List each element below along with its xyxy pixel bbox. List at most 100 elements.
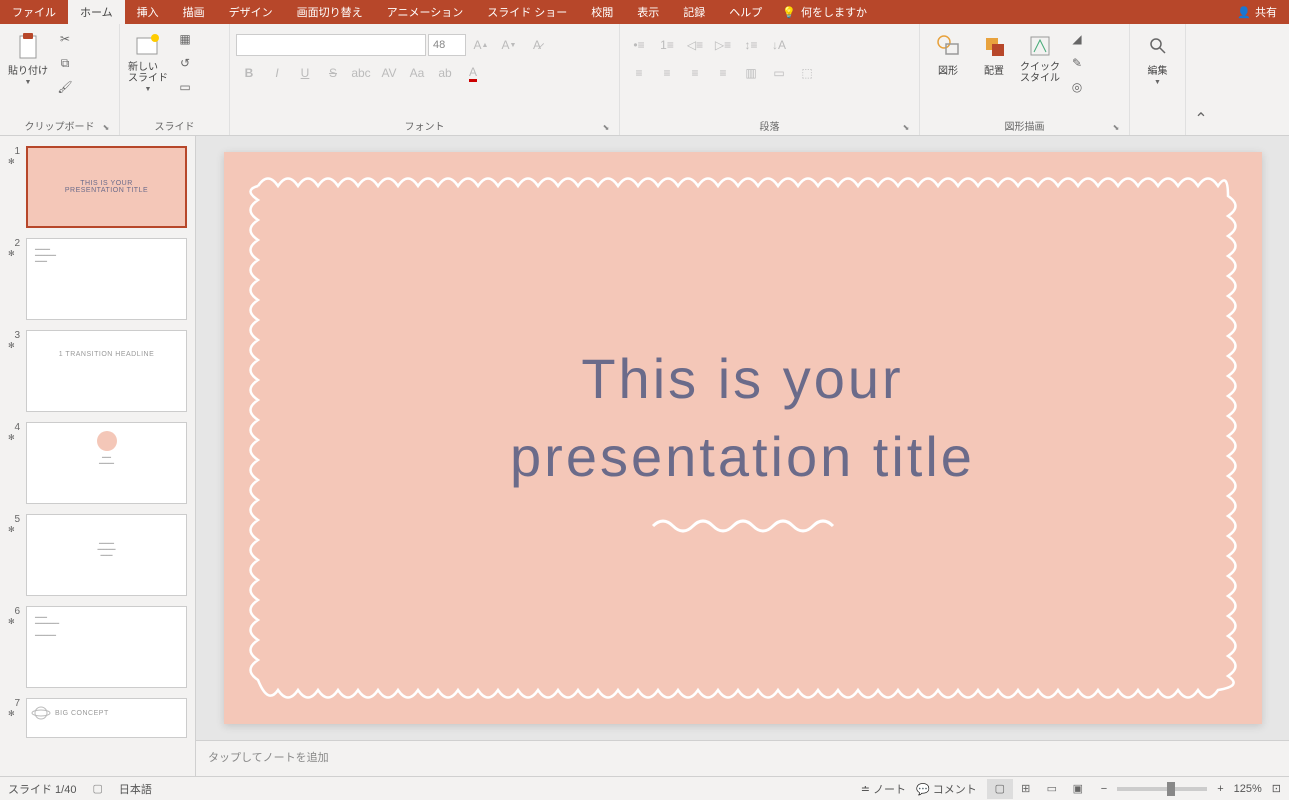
collapse-ribbon-button[interactable]: ⌃ (1186, 24, 1216, 135)
tab-design[interactable]: デザイン (217, 0, 285, 25)
thumbnail-4[interactable]: ━━━━━━━━ (26, 422, 187, 504)
tab-animations[interactable]: アニメーション (375, 0, 476, 25)
align-left-button[interactable]: ≡ (626, 62, 652, 84)
increase-indent-button[interactable]: ▷≡ (710, 34, 736, 56)
clipboard-dialog-launcher[interactable]: ⬊ (101, 123, 111, 133)
align-right-button[interactable]: ≡ (682, 62, 708, 84)
slideshow-view-button[interactable]: ▣ (1065, 779, 1091, 799)
zoom-handle[interactable] (1167, 782, 1175, 796)
font-color-button[interactable]: A (460, 62, 486, 84)
comments-toggle[interactable]: 💬 コメント (916, 781, 977, 797)
section-button[interactable]: ▭ (172, 76, 198, 98)
reset-button[interactable]: ↺ (172, 52, 198, 74)
highlight-button[interactable]: ab (432, 62, 458, 84)
font-name-combo[interactable] (236, 34, 426, 56)
bold-button[interactable]: B (236, 62, 262, 84)
share-button[interactable]: 👤 共有 (1237, 4, 1277, 20)
drawing-dialog-launcher[interactable]: ⬊ (1111, 123, 1121, 133)
zoom-in-button[interactable]: + (1217, 783, 1223, 795)
quick-styles-icon (1026, 32, 1054, 60)
animation-indicator-icon: ✻ (8, 433, 20, 442)
canvas-area[interactable]: This is your presentation title (196, 136, 1289, 740)
tab-slideshow[interactable]: スライド ショー (475, 0, 579, 25)
bullets-icon: •≡ (633, 38, 644, 52)
columns-button[interactable]: ▥ (738, 62, 764, 84)
paste-button[interactable]: 貼り付け ▼ (6, 28, 50, 90)
thumbnail-6[interactable]: ━━━━━━━━━━━━━━━━━━━ (26, 606, 187, 688)
shapes-button[interactable]: 図形 (926, 28, 970, 81)
tab-transitions[interactable]: 画面切り替え (285, 0, 375, 25)
language-indicator[interactable]: 日本語 (119, 781, 152, 797)
strikethrough-button[interactable]: S (320, 62, 346, 84)
thumb-number: 5 (8, 514, 20, 525)
tell-me[interactable]: 💡 何をしますか (782, 4, 867, 20)
tab-file[interactable]: ファイル (0, 0, 68, 25)
spellcheck-icon[interactable]: ▢ (92, 782, 102, 795)
reading-view-icon: ▭ (1047, 782, 1057, 795)
thumbnail-3[interactable]: 1 TRANSITION HEADLINE (26, 330, 187, 412)
tab-home[interactable]: ホーム (68, 0, 125, 25)
notes-pane[interactable]: タップしてノートを追加 (196, 740, 1289, 776)
tab-view[interactable]: 表示 (625, 0, 671, 25)
tab-insert[interactable]: 挿入 (125, 0, 171, 25)
slide-canvas[interactable]: This is your presentation title (224, 152, 1262, 724)
thumbnail-1[interactable]: THIS IS YOUR PRESENTATION TITLE (26, 146, 187, 228)
notes-toggle[interactable]: ≐ ノート (861, 781, 906, 797)
shape-fill-button[interactable]: ◢ (1064, 28, 1090, 50)
align-center-button[interactable]: ≡ (654, 62, 680, 84)
decrease-indent-button[interactable]: ◁≡ (682, 34, 708, 56)
increase-font-button[interactable]: A▲ (468, 34, 494, 56)
copy-icon: ⧉ (61, 56, 70, 71)
char-spacing-button[interactable]: AV (376, 62, 402, 84)
change-case-button[interactable]: Aa (404, 62, 430, 84)
bullets-button[interactable]: •≡ (626, 34, 652, 56)
italic-button[interactable]: I (264, 62, 290, 84)
justify-button[interactable]: ≡ (710, 62, 736, 84)
zoom-slider[interactable] (1117, 787, 1207, 791)
animation-indicator-icon: ✻ (8, 525, 20, 534)
underline-button[interactable]: U (292, 62, 318, 84)
align-text-button[interactable]: ▭ (766, 62, 792, 84)
zoom-level[interactable]: 125% (1234, 783, 1262, 795)
smartart-button[interactable]: ⬚ (794, 62, 820, 84)
tab-record[interactable]: 記録 (671, 0, 717, 25)
thumb-number: 7 (8, 698, 20, 709)
editing-button[interactable]: 編集 ▼ (1136, 28, 1179, 90)
shadow-button[interactable]: abc (348, 62, 374, 84)
thumb-number: 4 (8, 422, 20, 433)
shape-outline-button[interactable]: ✎ (1064, 52, 1090, 74)
arrange-label: 配置 (984, 62, 1004, 77)
thumbnail-5[interactable]: ━━━━━━━━━━━━━━━ (26, 514, 187, 596)
paragraph-dialog-launcher[interactable]: ⬊ (901, 123, 911, 133)
reading-view-button[interactable]: ▭ (1039, 779, 1065, 799)
thumbnail-2[interactable]: ━━━━━━━━━━━━━━━━ (26, 238, 187, 320)
cut-button[interactable]: ✂ (52, 28, 78, 50)
tab-help[interactable]: ヘルプ (717, 0, 774, 25)
arrange-button[interactable]: 配置 (972, 28, 1016, 81)
quick-styles-button[interactable]: クイック スタイル (1018, 28, 1062, 88)
new-slide-button[interactable]: 新しい スライド ▼ (126, 28, 170, 97)
font-size-combo[interactable]: 48 (428, 34, 466, 56)
thumbnail-7[interactable]: BIG CONCEPT (26, 698, 187, 738)
slide-thumbnails[interactable]: 1✻ THIS IS YOUR PRESENTATION TITLE 2✻ ━━… (0, 136, 196, 776)
line-spacing-button[interactable]: ↕≡ (738, 34, 764, 56)
copy-button[interactable]: ⧉ (52, 52, 78, 74)
font-dialog-launcher[interactable]: ⬊ (601, 123, 611, 133)
normal-view-button[interactable]: ▢ (987, 779, 1013, 799)
clear-formatting-button[interactable]: A̷ (524, 34, 550, 56)
sorter-view-button[interactable]: ⊞ (1013, 779, 1039, 799)
zoom-out-button[interactable]: − (1101, 783, 1107, 795)
font-color-icon: A (469, 65, 477, 82)
text-direction-button[interactable]: ↓A (766, 34, 792, 56)
layout-button[interactable]: ▦ (172, 28, 198, 50)
lightbulb-icon: 💡 (782, 6, 796, 19)
tab-draw[interactable]: 描画 (171, 0, 217, 25)
shape-effects-button[interactable]: ◎ (1064, 76, 1090, 98)
share-label: 共有 (1255, 4, 1277, 20)
fit-to-window-button[interactable]: ⊡ (1272, 782, 1281, 795)
editor-area: This is your presentation title タップしてノート… (196, 136, 1289, 776)
format-painter-button[interactable]: 🖌 (52, 76, 78, 98)
decrease-font-button[interactable]: A▼ (496, 34, 522, 56)
tab-review[interactable]: 校閲 (579, 0, 625, 25)
numbering-button[interactable]: 1≡ (654, 34, 680, 56)
